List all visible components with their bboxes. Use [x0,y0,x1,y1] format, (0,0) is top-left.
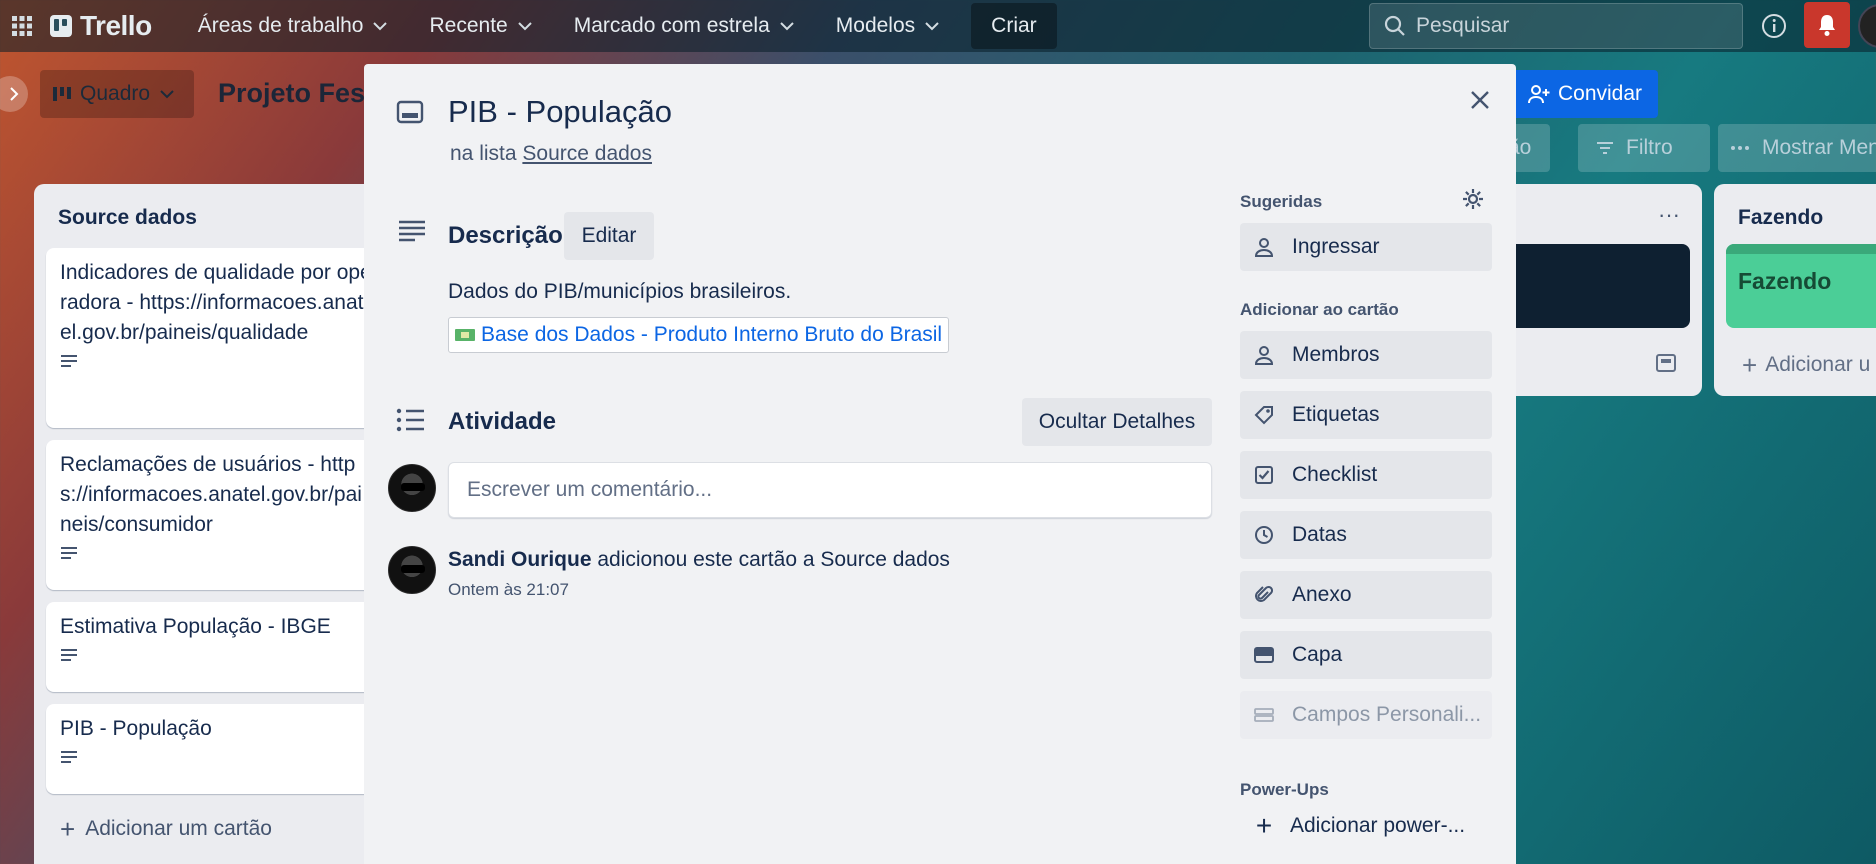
clock-icon [1252,525,1276,545]
nav-starred-label: Marcado com estrela [573,14,770,37]
edit-description-button[interactable]: Editar [564,212,654,260]
chevron-down-icon [780,21,794,30]
search-placeholder: Pesquisar [1416,14,1510,37]
description-link-text: Base dos Dados - Produto Interno Bruto d… [481,323,943,346]
activity-heading: Atividade [448,408,557,435]
activity-timestamp[interactable]: Ontem às 21:07 [448,580,569,600]
add-power-up-button[interactable]: + Adicionar power-... [1240,802,1492,850]
create-button[interactable]: Criar [971,3,1057,49]
information-button[interactable] [1756,8,1792,44]
checklist-icon [1252,465,1276,485]
close-button[interactable] [1460,80,1500,120]
card-detail-modal: PIB - População na lista Source dados De… [364,64,1516,864]
tag-icon [1252,405,1276,425]
comment-input[interactable]: Escrever um comentário... [448,462,1212,518]
nav-recent-label: Recente [429,14,508,37]
activity-action: adicionou este cartão a Source dados [597,548,950,571]
description-icon [399,220,425,242]
join-label: Ingressar [1292,235,1380,258]
activity-icon [396,408,424,432]
app-switcher-icon[interactable] [8,12,36,40]
plus-icon: + [1255,810,1273,841]
power-ups-heading: Power-Ups [1240,780,1329,799]
nav-templates[interactable]: Modelos [820,6,955,46]
description-heading: Descrição [448,222,563,249]
chevron-down-icon [373,21,388,30]
join-button[interactable]: Ingressar [1240,223,1492,271]
info-icon [1762,14,1786,38]
search-input[interactable]: Pesquisar [1369,3,1743,49]
nav-workspaces-label: Áreas de trabalho [197,14,364,37]
hide-details-button[interactable]: Ocultar Detalhes [1022,398,1212,446]
activity-entry: Sandi Ourique adicionou este cartão a So… [448,548,950,572]
nav-starred[interactable]: Marcado com estrela [558,6,810,46]
comment-placeholder: Escrever um comentário... [467,478,713,501]
labels-label: Etiquetas [1292,403,1380,426]
avatar[interactable] [388,464,436,512]
description-text[interactable]: Dados do PIB/municípios brasileiros. [448,280,791,304]
custom-fields-button[interactable]: Campos Personali... [1240,691,1492,739]
nav-workspaces[interactable]: Áreas de trabalho [182,6,404,46]
labels-button[interactable]: Etiquetas [1240,391,1492,439]
paperclip-icon [1252,585,1276,605]
trello-logo-text: Trello [80,10,152,41]
notifications-button[interactable] [1804,2,1850,48]
gear-icon[interactable] [1462,188,1484,210]
nav-recent[interactable]: Recente [413,6,547,46]
trello-logo[interactable]: Trello [50,10,152,42]
activity-user[interactable]: Sandi Ourique [448,548,592,571]
top-navigation-bar: Trello Áreas de trabalho Recente Marcado… [0,0,1876,52]
bell-icon [1819,15,1835,36]
close-icon [1471,91,1489,109]
search-icon [1384,15,1405,36]
chevron-down-icon [925,21,939,30]
cover-icon [1252,647,1276,663]
checklist-button[interactable]: Checklist [1240,451,1492,499]
nav-templates-label: Modelos [835,14,916,37]
dates-label: Datas [1292,523,1347,546]
checklist-label: Checklist [1292,463,1378,486]
custom-fields-icon [1252,708,1276,722]
cover-label: Capa [1292,643,1343,666]
attachment-label: Anexo [1292,583,1352,606]
members-label: Membros [1292,343,1380,366]
card-title[interactable]: PIB - População [448,94,672,130]
add-power-up-label: Adicionar power-... [1290,814,1466,837]
description-link[interactable]: Base dos Dados - Produto Interno Bruto d… [448,317,950,353]
person-icon [1252,345,1276,365]
in-list-prefix: na lista [450,142,517,165]
members-button[interactable]: Membros [1240,331,1492,379]
custom-fields-label: Campos Personali... [1292,703,1482,726]
avatar[interactable] [388,546,436,594]
brazil-flag-icon [455,329,475,341]
chevron-down-icon [517,21,532,30]
suggested-heading: Sugeridas [1240,192,1323,211]
in-list-info: na lista Source dados [450,142,652,166]
in-list-link[interactable]: Source dados [522,142,652,165]
card-icon [396,100,424,124]
dates-button[interactable]: Datas [1240,511,1492,559]
trello-logo-icon [50,15,72,37]
add-to-card-heading: Adicionar ao cartão [1240,300,1399,319]
attachment-button[interactable]: Anexo [1240,571,1492,619]
cover-button[interactable]: Capa [1240,631,1492,679]
user-avatar[interactable] [1858,4,1876,48]
person-icon [1252,237,1276,257]
